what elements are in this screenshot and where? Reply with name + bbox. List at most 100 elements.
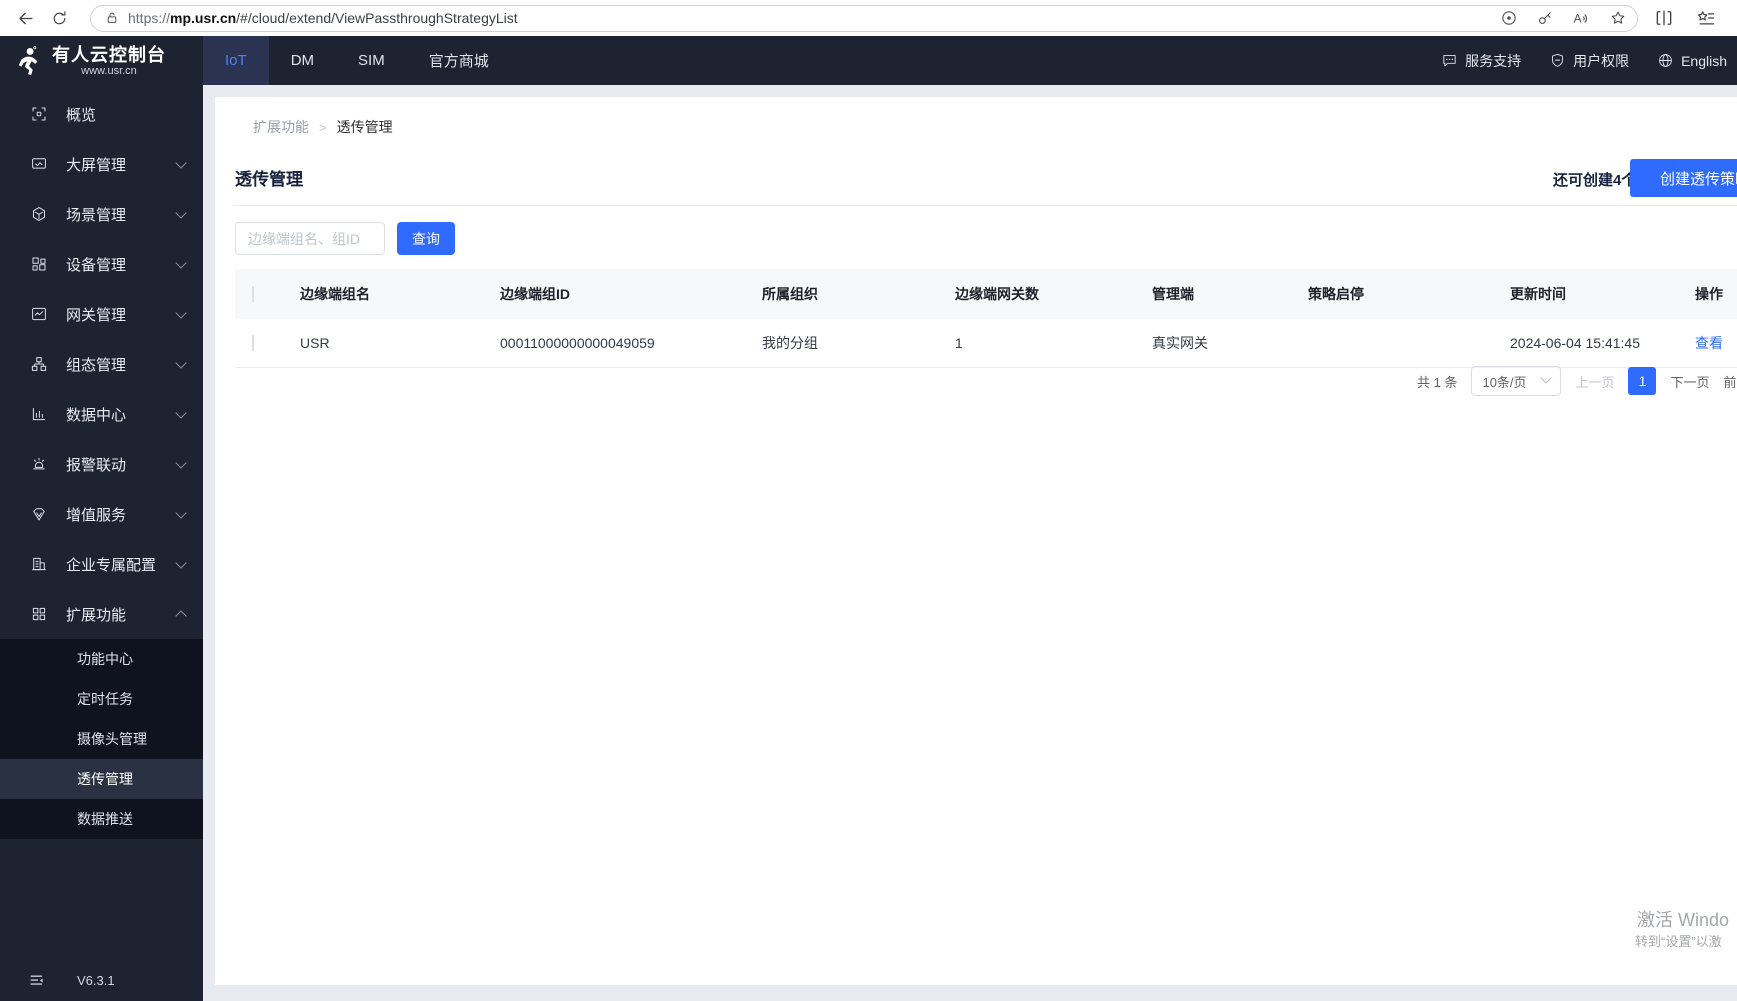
logo[interactable]: 有人云控制台 www.usr.cn — [0, 36, 203, 85]
top-navbar: IoT DM SIM 官方商城 服务支持 用户权限 English — [0, 36, 1737, 85]
col-header-gateway_count: 边缘端网关数 — [955, 286, 1039, 302]
sidebar-subitem-1[interactable]: 定时任务 — [0, 679, 203, 719]
sidebar-item-2[interactable]: 场景管理 — [0, 189, 203, 239]
enterprise-icon — [30, 555, 48, 573]
favorite-star-icon[interactable] — [1609, 9, 1627, 27]
content-panel: 扩展功能 > 透传管理 透传管理 还可创建4个 创建透传策略 查询 边缘端组名边… — [215, 97, 1737, 985]
location-icon[interactable] — [1500, 9, 1518, 27]
logo-subtitle: www.usr.cn — [81, 64, 137, 77]
product-tabs: IoT DM SIM 官方商城 — [203, 36, 511, 85]
col-header-manager: 管理端 — [1152, 286, 1194, 302]
sidebar-subitem-2[interactable]: 摄像头管理 — [0, 719, 203, 759]
split-screen-icon[interactable] — [1654, 8, 1674, 28]
topnav-item-1[interactable]: 用户权限 — [1549, 51, 1629, 71]
usr-logo-icon — [12, 44, 46, 78]
sidebar-item-1[interactable]: 大屏管理 — [0, 139, 203, 189]
lock-icon[interactable] — [105, 11, 119, 25]
read-aloud-icon[interactable]: A — [1572, 9, 1591, 28]
sidebar-item-6[interactable]: 数据中心 — [0, 389, 203, 439]
sidebar-item-5[interactable]: 组态管理 — [0, 339, 203, 389]
nav-tab-iot[interactable]: IoT — [203, 36, 269, 85]
col-header-updated_at: 更新时间 — [1510, 286, 1566, 302]
address-bar[interactable]: https://mp.usr.cn/#/cloud/extend/ViewPas… — [90, 4, 1638, 32]
nav-tab-dm[interactable]: DM — [269, 36, 336, 85]
cell-action: 查看 — [1695, 333, 1737, 353]
current-page-button[interactable]: 1 — [1628, 367, 1657, 395]
sidebar-submenu: 功能中心 定时任务 摄像头管理 透传管理 数据推送 — [0, 639, 203, 839]
sidebar-item-9[interactable]: 企业专属配置 — [0, 539, 203, 589]
sidebar-item-10[interactable]: 扩展功能 — [0, 589, 203, 639]
cell-group_name: USR — [300, 335, 330, 351]
device-icon — [30, 255, 48, 273]
pagination-total: 共 1 条 — [1417, 374, 1458, 390]
topnav-item-0[interactable]: 服务支持 — [1441, 51, 1521, 71]
col-header-group_id: 边缘端组ID — [500, 286, 570, 302]
shield-icon — [1549, 52, 1566, 69]
row-checkbox[interactable] — [252, 335, 254, 351]
windows-activation-watermark: 激活 Windo 转到“设置”以激 — [1635, 910, 1730, 949]
table-header-row: 边缘端组名 边缘端组ID 所属组织 边缘端网关数 管理端 策略启停 更新时间 操作 — [235, 269, 1737, 319]
globe-icon — [1657, 52, 1674, 69]
main-area: 扩展功能 > 透传管理 透传管理 还可创建4个 创建透传策略 查询 边缘端组名边… — [203, 85, 1737, 1001]
svg-text:A: A — [1574, 11, 1582, 25]
sidebar-subitem-4[interactable]: 数据推送 — [0, 799, 203, 839]
nav-tab-官方商城[interactable]: 官方商城 — [407, 36, 511, 85]
chevron-down-icon — [175, 506, 187, 519]
table-row: USR 00011000000000049059 我的分组 1 真实网关 2024-06-… — [235, 319, 1737, 368]
url-text[interactable]: https://mp.usr.cn/#/cloud/extend/ViewPas… — [128, 10, 1500, 26]
sidebar-item-3[interactable]: 设备管理 — [0, 239, 203, 289]
logo-title: 有人云控制台 — [52, 44, 166, 65]
chat-icon — [1441, 52, 1458, 69]
topnav-right: 服务支持 用户权限 English — [1441, 36, 1737, 85]
nav-tab-sim[interactable]: SIM — [336, 36, 407, 85]
data-center-icon — [30, 405, 48, 423]
col-header-org: 所属组织 — [762, 286, 818, 302]
sidebar-item-7[interactable]: 报警联动 — [0, 439, 203, 489]
topnav-item-2[interactable]: English — [1657, 52, 1727, 69]
key-icon[interactable] — [1536, 9, 1554, 27]
breadcrumb-parent[interactable]: 扩展功能 — [253, 117, 309, 137]
cell-manager: 真实网关 — [1152, 335, 1208, 351]
cell-org: 我的分组 — [762, 335, 818, 351]
page-size-select[interactable]: 10条/页 — [1471, 366, 1562, 396]
screen-icon — [30, 155, 48, 173]
collapse-sidebar-icon[interactable] — [28, 971, 47, 990]
view-link[interactable]: 查看 — [1695, 335, 1723, 351]
browser-toolbar: https://mp.usr.cn/#/cloud/extend/ViewPas… — [0, 0, 1737, 36]
breadcrumb-current: 透传管理 — [336, 119, 393, 135]
overview-icon — [30, 105, 48, 123]
chevron-down-icon — [1540, 372, 1553, 384]
chevron-up-icon — [175, 610, 187, 622]
col-header-enabled: 策略启停 — [1308, 286, 1364, 302]
chevron-down-icon — [175, 206, 187, 219]
col-header-checkbox — [235, 286, 300, 302]
favorites-list-icon[interactable] — [1696, 8, 1716, 28]
search-input[interactable] — [235, 222, 385, 255]
alarm-icon — [30, 455, 48, 473]
col-header-action: 操作 — [1695, 286, 1723, 302]
strategy-table: 边缘端组名 边缘端组ID 所属组织 边缘端网关数 管理端 策略启停 更新时间 操作 USR 00… — [235, 269, 1737, 368]
select-all-checkbox[interactable] — [252, 286, 254, 302]
sidebar-item-0[interactable]: 概览 — [0, 89, 203, 139]
prev-page-button[interactable]: 上一页 — [1575, 372, 1614, 391]
sidebar-item-4[interactable]: 网关管理 — [0, 289, 203, 339]
breadcrumb: 扩展功能 > 透传管理 — [215, 97, 1737, 137]
create-strategy-button[interactable]: 创建透传策略 — [1630, 159, 1737, 197]
scene-icon — [30, 205, 48, 223]
chevron-down-icon — [175, 406, 187, 419]
chevron-down-icon — [175, 456, 187, 469]
back-icon[interactable] — [8, 3, 42, 33]
refresh-icon[interactable] — [42, 3, 76, 33]
sidebar-item-8[interactable]: 增值服务 — [0, 489, 203, 539]
chevron-down-icon — [175, 156, 187, 169]
chevron-down-icon — [175, 256, 187, 269]
next-page-button[interactable]: 下一页 — [1670, 372, 1709, 391]
query-button[interactable]: 查询 — [397, 222, 455, 255]
sidebar: 有人云控制台 www.usr.cn 概览 大屏管理 场景管理 设备管理 网关管理 组态管理… — [0, 36, 203, 1001]
page-title: 透传管理 — [235, 170, 303, 189]
sidebar-subitem-3[interactable]: 透传管理 — [0, 759, 203, 799]
pagination: 共 1 条 10条/页 上一页 1 下一页 前往 — [1417, 365, 1737, 397]
sidebar-subitem-0[interactable]: 功能中心 — [0, 639, 203, 679]
extend-icon — [30, 605, 48, 623]
configuration-icon — [30, 355, 48, 373]
